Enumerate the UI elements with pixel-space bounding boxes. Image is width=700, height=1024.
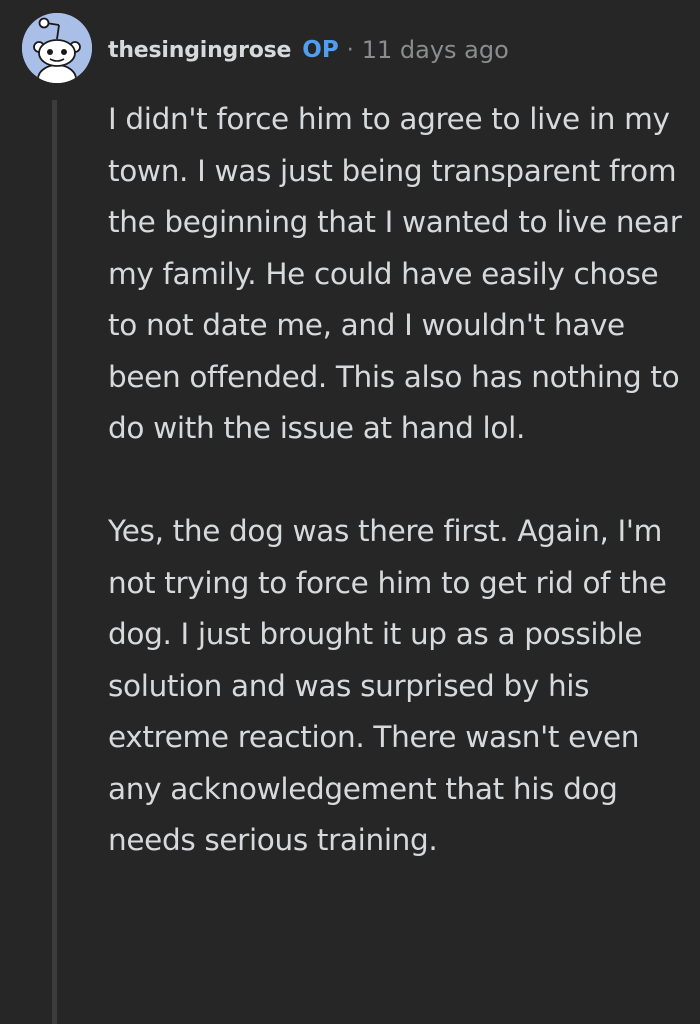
comment-body: I didn't force him to agree to live in m… — [108, 94, 688, 867]
user-avatar-icon[interactable] — [22, 13, 92, 83]
meta-separator: · — [346, 37, 354, 63]
comment-paragraph: I didn't force him to agree to live in m… — [108, 102, 682, 445]
username-link[interactable]: thesingingrose — [108, 38, 291, 63]
thread-collapse-line[interactable] — [52, 100, 57, 1024]
comment-paragraph: Yes, the dog was there first. Again, I'm… — [108, 514, 667, 857]
op-badge: OP — [302, 37, 339, 63]
comment: thesingingrose OP · 11 days ago I didn't… — [0, 0, 700, 1024]
comment-header: thesingingrose OP · 11 days ago — [108, 30, 509, 70]
comment-timestamp[interactable]: 11 days ago — [362, 36, 509, 64]
